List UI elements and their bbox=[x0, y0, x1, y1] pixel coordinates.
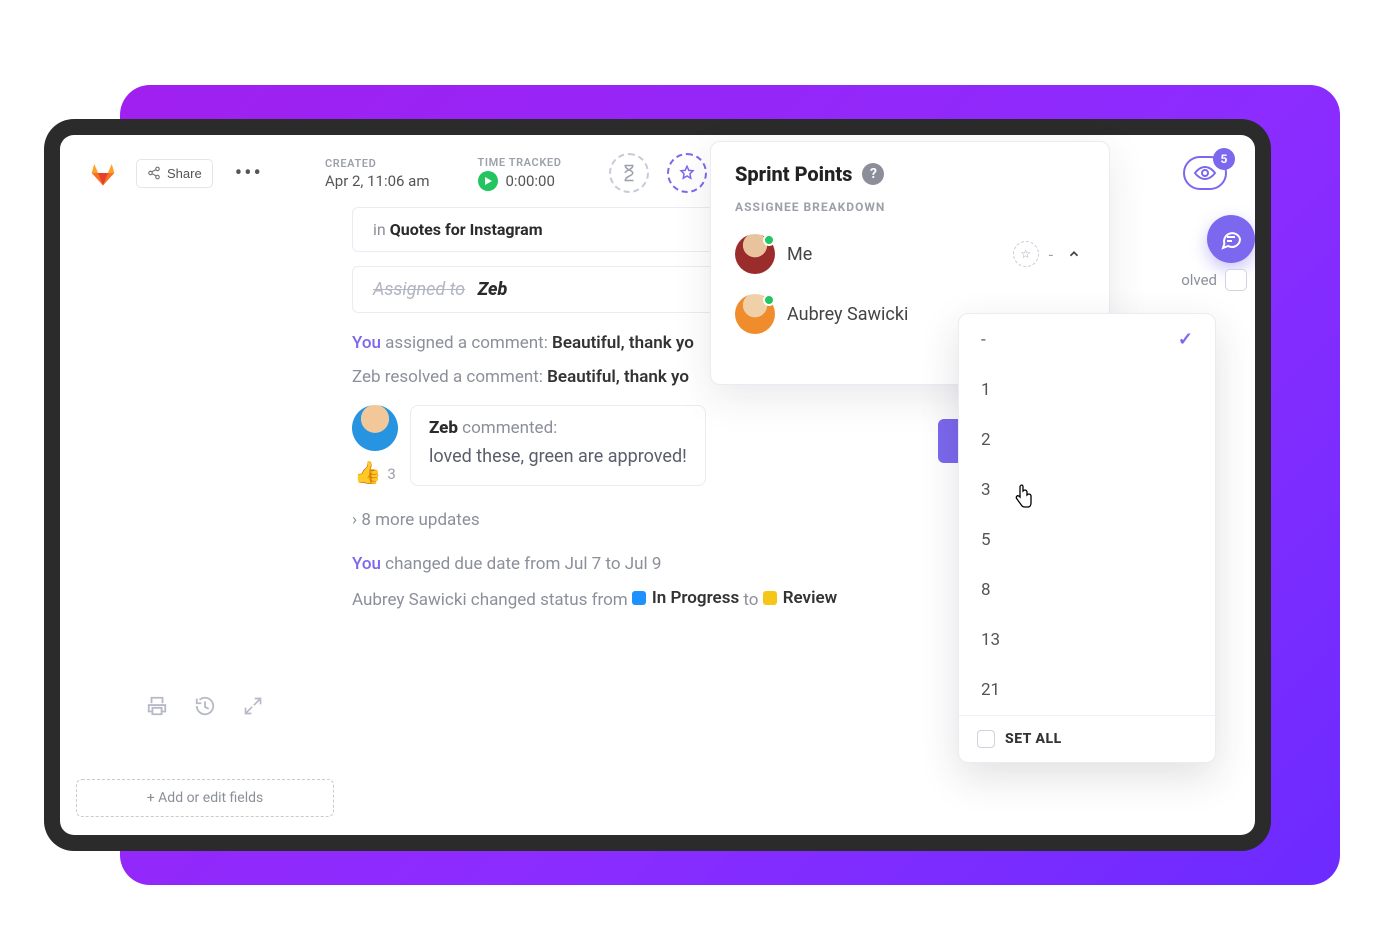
points-option-5[interactable]: 5 bbox=[959, 515, 1215, 565]
share-icon bbox=[147, 166, 161, 180]
time-tracked-meta: TIME TRACKED 0:00:00 bbox=[478, 156, 562, 191]
start-timer-button[interactable] bbox=[478, 171, 498, 191]
more-options-button[interactable]: ••• bbox=[231, 161, 267, 186]
points-option-21[interactable]: 21 bbox=[959, 665, 1215, 715]
share-button[interactable]: Share bbox=[136, 159, 213, 188]
history-icon bbox=[194, 695, 216, 717]
resolved-checkbox[interactable] bbox=[1225, 269, 1247, 291]
history-button[interactable] bbox=[192, 693, 218, 719]
star-icon bbox=[678, 164, 696, 182]
eye-icon bbox=[1193, 164, 1217, 182]
time-tracked-label: TIME TRACKED bbox=[478, 156, 562, 169]
created-label: CREATED bbox=[325, 157, 430, 170]
watchers-button[interactable]: 5 bbox=[1183, 156, 1227, 190]
printer-icon bbox=[146, 695, 168, 717]
expand-icon bbox=[243, 696, 263, 716]
points-option--[interactable]: -✓ bbox=[959, 314, 1215, 365]
chat-icon bbox=[1219, 227, 1243, 251]
print-button[interactable] bbox=[144, 693, 170, 719]
chevron-up-icon bbox=[1063, 243, 1085, 265]
status-from-chip bbox=[632, 591, 646, 605]
panel-title: Sprint Points bbox=[735, 162, 852, 186]
comment-verb: commented: bbox=[458, 418, 557, 438]
show-resolved-toggle[interactable]: olved bbox=[1181, 269, 1247, 291]
points-option-13[interactable]: 13 bbox=[959, 615, 1215, 665]
created-value: Apr 2, 11:06 am bbox=[325, 172, 430, 190]
set-all-label: SET ALL bbox=[1005, 731, 1062, 747]
panel-subhead: ASSIGNEE BREAKDOWN bbox=[735, 200, 1085, 214]
share-label: Share bbox=[167, 166, 202, 181]
breadcrumb-prefix: in bbox=[373, 220, 390, 239]
comment-text: loved these, green are approved! bbox=[429, 446, 687, 467]
points-option-2[interactable]: 2 bbox=[959, 415, 1215, 465]
time-tracked-value: 0:00:00 bbox=[506, 172, 555, 190]
points-option-8[interactable]: 8 bbox=[959, 565, 1215, 615]
chat-fab-button[interactable] bbox=[1207, 215, 1255, 263]
help-icon[interactable]: ? bbox=[862, 163, 884, 185]
like-count: 3 bbox=[387, 465, 395, 483]
avatar-aubrey bbox=[735, 294, 775, 334]
set-all-button[interactable]: SET ALL bbox=[959, 715, 1215, 762]
expand-button[interactable] bbox=[240, 693, 266, 719]
assigned-to-label: Assigned to bbox=[373, 279, 465, 300]
comment-author: Zeb bbox=[429, 418, 458, 438]
estimate-button[interactable] bbox=[609, 153, 649, 193]
assignee-name: Zeb bbox=[478, 279, 508, 300]
resolved-label: olved bbox=[1181, 271, 1217, 289]
star-outline-icon: ☆ bbox=[1013, 241, 1039, 267]
add-edit-fields-button[interactable]: + Add or edit fields bbox=[76, 779, 334, 817]
hourglass-icon bbox=[620, 164, 638, 182]
breadcrumb-list: Quotes for Instagram bbox=[390, 220, 543, 239]
avatar-zeb bbox=[352, 405, 398, 451]
sprint-points-button[interactable] bbox=[667, 153, 707, 193]
gitlab-logo-icon bbox=[88, 158, 118, 188]
thumbs-up-icon: 👍 bbox=[354, 461, 381, 486]
points-selector-me[interactable]: ☆ - bbox=[1013, 241, 1085, 267]
created-meta: CREATED Apr 2, 11:06 am bbox=[325, 157, 430, 190]
like-button[interactable]: 👍 3 bbox=[354, 461, 398, 486]
set-all-checkbox[interactable] bbox=[977, 730, 995, 748]
assignee-name-me: Me bbox=[787, 244, 1001, 265]
points-dropdown: -✓123581321 SET ALL bbox=[958, 313, 1216, 763]
assignee-row-me: Me ☆ - bbox=[735, 234, 1085, 274]
watchers-count: 5 bbox=[1213, 148, 1235, 170]
status-to-chip bbox=[763, 591, 777, 605]
points-option-3[interactable]: 3 bbox=[959, 465, 1215, 515]
check-icon: ✓ bbox=[1178, 329, 1193, 350]
points-option-1[interactable]: 1 bbox=[959, 365, 1215, 415]
avatar-me bbox=[735, 234, 775, 274]
activity-actor: You bbox=[352, 333, 381, 353]
points-value-me: - bbox=[1049, 245, 1053, 264]
